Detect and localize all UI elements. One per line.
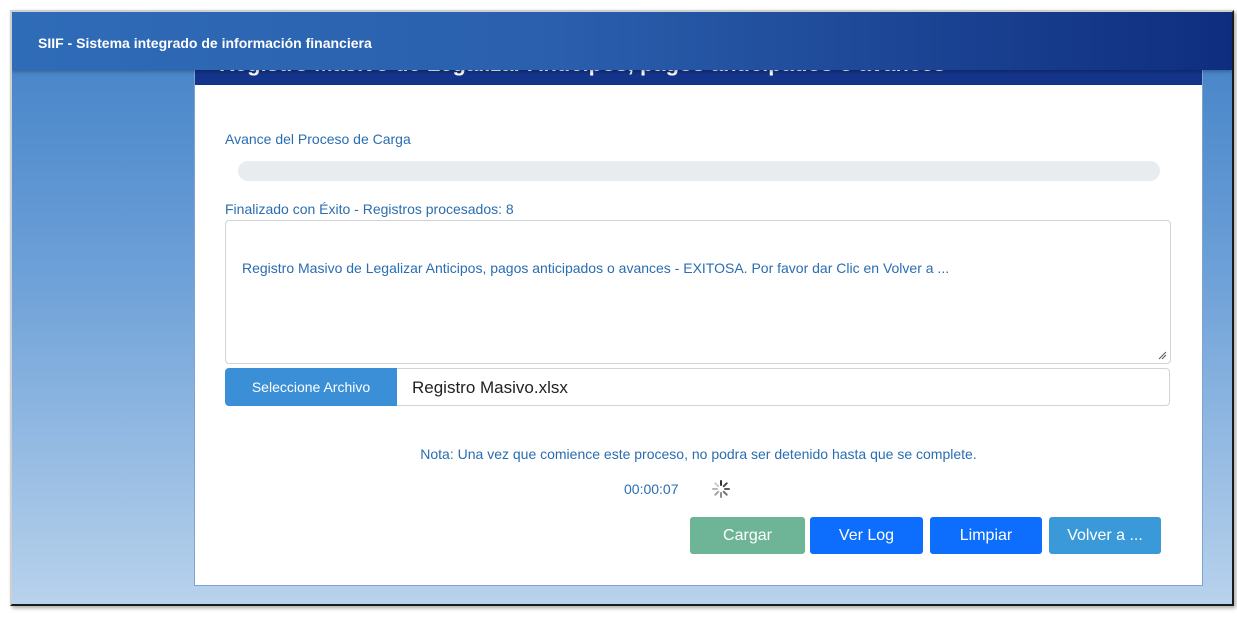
status-text: Finalizado con Éxito - Registros procesa…: [225, 201, 514, 217]
process-note: Nota: Una vez que comience este proceso,…: [420, 446, 977, 462]
app-window: SIIF - Sistema integrado de información …: [10, 10, 1234, 606]
ver-log-button[interactable]: Ver Log: [810, 517, 923, 554]
window-title: SIIF - Sistema integrado de información …: [38, 35, 372, 51]
file-name-field[interactable]: Registro Masivo.xlsx: [397, 368, 1170, 406]
result-message-textarea[interactable]: Registro Masivo de Legalizar Anticipos, …: [225, 220, 1171, 364]
resize-grip-icon[interactable]: [1158, 351, 1167, 360]
progress-label: Avance del Proceso de Carga: [225, 131, 411, 147]
progress-bar: [238, 161, 1160, 181]
result-message: Registro Masivo de Legalizar Anticipos, …: [242, 260, 950, 276]
file-input-group: Seleccione Archivo Registro Masivo.xlsx: [225, 368, 1171, 406]
select-file-button[interactable]: Seleccione Archivo: [225, 368, 397, 406]
limpiar-button[interactable]: Limpiar: [930, 517, 1042, 554]
file-name-value: Registro Masivo.xlsx: [412, 378, 568, 397]
cargar-button[interactable]: Cargar: [690, 517, 805, 554]
volver-button[interactable]: Volver a ...: [1049, 517, 1161, 554]
loading-spinner-icon: [712, 480, 730, 498]
upload-panel: Registro Masivo de Legalizar Anticipos, …: [194, 60, 1203, 586]
title-bar: SIIF - Sistema integrado de información …: [12, 12, 1232, 70]
elapsed-timer: 00:00:07: [624, 481, 679, 497]
